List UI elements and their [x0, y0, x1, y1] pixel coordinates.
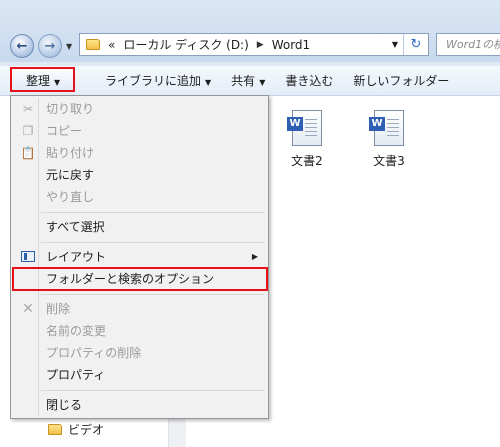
refresh-icon[interactable]: ↻ — [403, 34, 428, 55]
address-bar[interactable]: « ローカル ディスク (D:) ▶ Word1 ▼ ↻ — [79, 33, 429, 56]
menu-item-close[interactable]: 閉じる — [13, 394, 266, 416]
burn-button[interactable]: 書き込む — [275, 69, 343, 93]
back-button[interactable]: ← — [10, 34, 34, 58]
layout-icon — [21, 251, 35, 262]
file-name: 文書2 — [291, 154, 323, 168]
menu-item-label: 元に戻す — [46, 168, 95, 182]
menu-item-redo[interactable]: やり直し — [13, 186, 266, 208]
menu-item-label: 削除 — [46, 302, 71, 316]
recent-pages-dropdown-icon[interactable]: ▼ — [66, 42, 72, 51]
delete-x-icon: ✕ — [22, 301, 34, 317]
file-name: 文書3 — [373, 154, 405, 168]
menu-item-label: 名前の変更 — [46, 324, 107, 338]
submenu-arrow-icon: ▶ — [251, 252, 258, 261]
breadcrumb-local-disk[interactable]: ローカル ディスク (D:) — [123, 36, 248, 53]
video-folder-icon — [48, 424, 62, 435]
copy-icon: ❐ — [22, 124, 34, 138]
folder-icon — [86, 39, 100, 50]
address-bar-area: ← → ▼ « ローカル ディスク (D:) ▶ Word1 ▼ ↻ Word1… — [0, 0, 500, 62]
forward-button[interactable]: → — [38, 34, 62, 58]
menu-item-label: プロパティ — [46, 368, 106, 382]
menu-separator — [41, 294, 264, 295]
back-arrow-icon: ← — [16, 38, 28, 54]
organize-button[interactable]: 整理 ▼ — [10, 67, 75, 92]
menu-item-properties[interactable]: プロパティ — [13, 364, 266, 386]
dropdown-arrow-icon: ▼ — [54, 78, 61, 87]
new-folder-button[interactable]: 新しいフォルダー — [343, 69, 459, 93]
menu-item-label: やり直し — [46, 190, 95, 204]
add-to-library-label: ライブラリに追加 — [105, 73, 202, 88]
address-dropdown-icon[interactable]: ▼ — [392, 40, 398, 49]
word-document-icon: W — [287, 110, 322, 146]
file-item[interactable]: W 文書2 — [267, 110, 347, 169]
forward-arrow-icon: → — [44, 38, 56, 54]
organize-label: 整理 — [26, 74, 51, 88]
add-to-library-button[interactable]: ライブラリに追加 ▼ — [95, 69, 221, 93]
menu-separator — [41, 242, 264, 243]
menu-item-select-all[interactable]: すべて選択 — [13, 216, 266, 238]
menu-separator — [41, 212, 264, 213]
menu-item-label: フォルダーと検索のオプション — [46, 272, 215, 286]
menu-separator — [41, 390, 264, 391]
menu-item-label: レイアウト — [46, 250, 107, 264]
breadcrumb-separator-icon[interactable]: ▶ — [257, 40, 264, 50]
nav-item-video-label: ビデオ — [68, 423, 105, 437]
menu-item-layout[interactable]: レイアウト ▶ — [13, 246, 266, 268]
dropdown-arrow-icon: ▼ — [259, 77, 266, 87]
menu-item-cut[interactable]: ✂ 切り取り — [13, 98, 266, 120]
menu-item-label: 貼り付け — [46, 146, 95, 160]
share-button[interactable]: 共有 ▼ — [221, 69, 275, 93]
breadcrumb-overflow[interactable]: « — [108, 38, 115, 52]
search-input[interactable]: Word1の検索 — [436, 33, 500, 56]
menu-item-label: 切り取り — [46, 102, 95, 116]
menu-item-rename[interactable]: 名前の変更 — [13, 320, 266, 342]
command-bar: ライブラリに追加 ▼ 共有 ▼ 書き込む 新しいフォルダー 整理 ▼ — [0, 66, 500, 96]
menu-item-label: 閉じる — [46, 398, 83, 412]
menu-item-undo[interactable]: 元に戻す — [13, 164, 266, 186]
organize-menu: ✂ 切り取り ❐ コピー 📋 貼り付け 元に戻す やり直し すべて選択 レイアウ… — [10, 95, 269, 419]
menu-item-label: プロパティの削除 — [46, 346, 142, 360]
menu-item-copy[interactable]: ❐ コピー — [13, 120, 266, 142]
file-item[interactable]: W 文書3 — [349, 110, 429, 169]
share-label: 共有 — [231, 73, 256, 88]
menu-item-delete[interactable]: ✕ 削除 — [13, 298, 266, 320]
clipboard-icon: 📋 — [20, 146, 36, 160]
dropdown-arrow-icon: ▼ — [205, 77, 212, 87]
breadcrumb-word1[interactable]: Word1 — [272, 38, 310, 52]
menu-item-remove-properties[interactable]: プロパティの削除 — [13, 342, 266, 364]
word-document-icon: W — [369, 110, 404, 146]
menu-item-label: すべて選択 — [46, 220, 105, 234]
nav-item-video[interactable]: ビデオ — [48, 421, 104, 438]
scissors-icon: ✂ — [22, 102, 34, 116]
menu-item-label: コピー — [46, 124, 83, 138]
menu-item-folder-options[interactable]: フォルダーと検索のオプション — [13, 268, 266, 290]
menu-item-paste[interactable]: 📋 貼り付け — [13, 142, 266, 164]
